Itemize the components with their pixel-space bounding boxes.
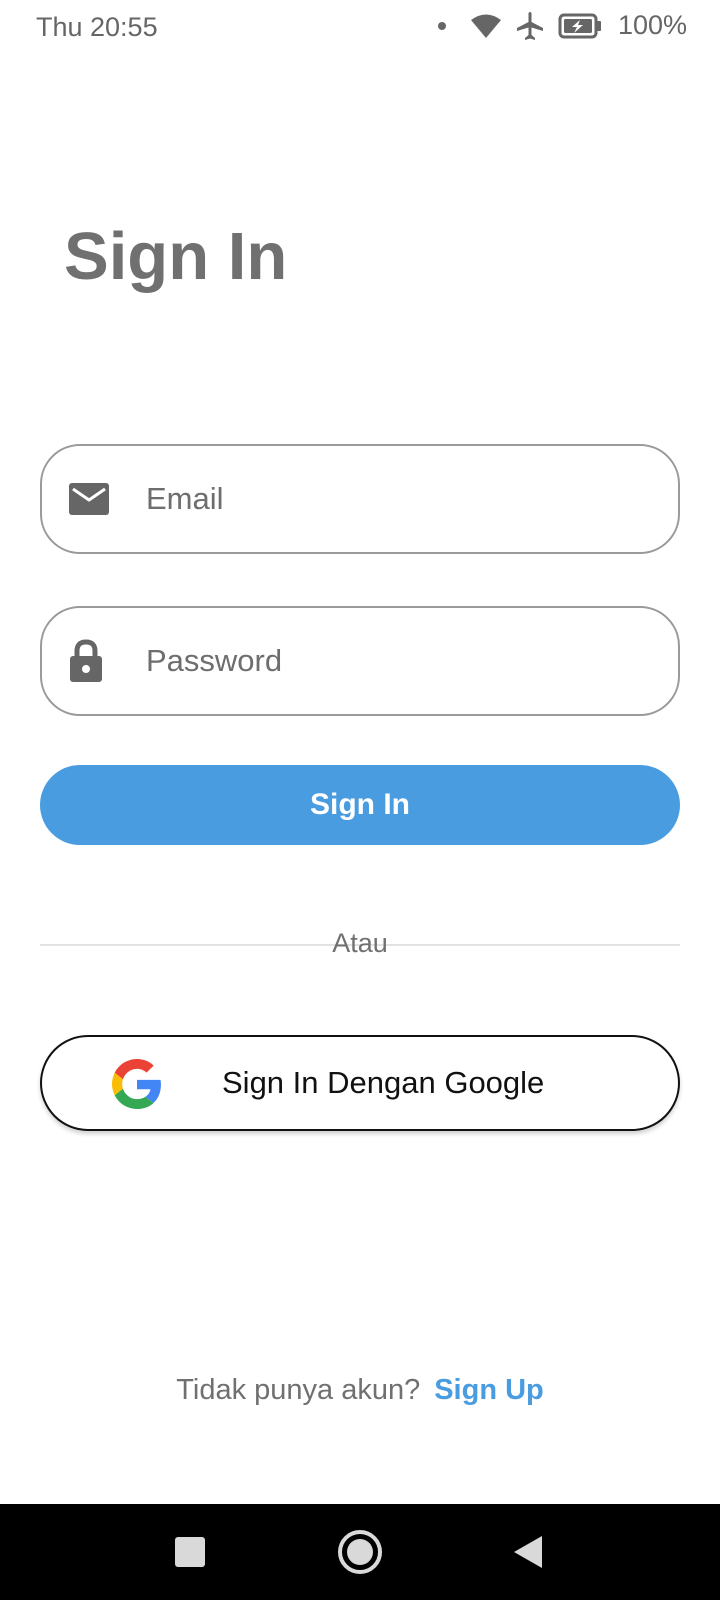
battery-percent: 100%	[617, 10, 687, 40]
home-button[interactable]	[300, 1504, 420, 1600]
airplane-mode-icon	[516, 11, 544, 41]
google-icon	[112, 1059, 162, 1114]
sign-in-screen: Thu 20:55 100% Sign In Email Sign In Ata…	[0, 0, 720, 1600]
email-field[interactable]	[40, 444, 680, 554]
back-icon	[514, 1536, 542, 1568]
battery-charging-icon	[558, 13, 602, 39]
email-input[interactable]	[146, 446, 654, 552]
lock-icon	[68, 639, 104, 683]
wifi-icon	[470, 13, 502, 39]
google-sign-in-button[interactable]: Sign In Dengan Google	[40, 1035, 680, 1131]
page-title: Sign In	[64, 219, 288, 294]
sign-in-button[interactable]: Sign In	[40, 765, 680, 845]
password-field[interactable]	[40, 606, 680, 716]
mail-icon	[68, 482, 110, 516]
signup-prompt: Tidak punya akun?	[176, 1374, 421, 1406]
status-icons: 100%	[437, 10, 687, 41]
recents-icon	[175, 1537, 205, 1567]
signup-row: Tidak punya akun? Sign Up	[0, 1374, 720, 1407]
back-button[interactable]	[468, 1504, 588, 1600]
sign-up-link[interactable]: Sign Up	[434, 1374, 544, 1407]
status-bar: Thu 20:55 100%	[0, 0, 720, 58]
password-input[interactable]	[146, 608, 654, 714]
status-time: Thu 20:55	[36, 12, 158, 42]
recents-button[interactable]	[130, 1504, 250, 1600]
navigation-bar	[0, 1504, 720, 1600]
google-sign-in-label: Sign In Dengan Google	[222, 1065, 545, 1100]
home-icon	[338, 1530, 382, 1574]
notification-dot-icon	[437, 21, 446, 30]
divider-label: Atau	[332, 928, 388, 958]
